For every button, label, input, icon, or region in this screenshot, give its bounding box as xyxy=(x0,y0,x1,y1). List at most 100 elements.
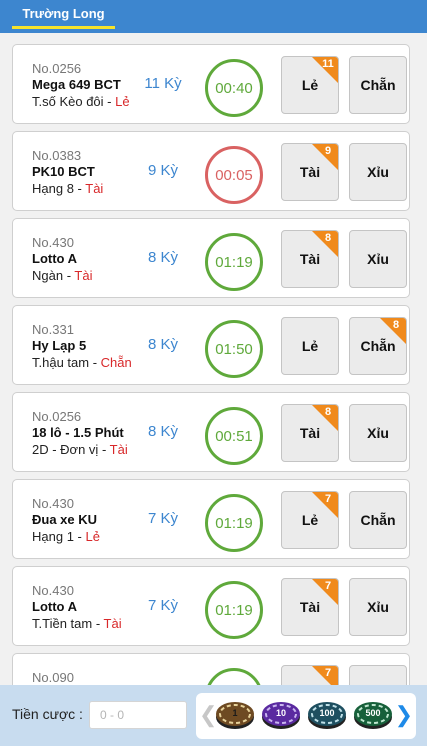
bet-option-2-button[interactable]: Chẵn xyxy=(349,491,407,549)
game-number: No.0256 xyxy=(32,61,82,76)
game-number: No.0383 xyxy=(32,148,82,163)
bet-type-label: T.Tiền tam xyxy=(32,616,93,631)
game-name: Mega 649 BCT xyxy=(32,77,121,92)
bet-option-label: Xỉu xyxy=(367,425,389,441)
countdown-timer: 00:51 xyxy=(205,407,263,465)
game-number: No.331 xyxy=(32,322,74,337)
streak-result: Tài xyxy=(85,181,104,196)
game-bet-type: Hạng 8 - Tài xyxy=(32,180,142,197)
chevron-right-icon[interactable]: ❯ xyxy=(395,702,413,728)
streak-result: Tài xyxy=(103,616,122,631)
chip-1[interactable]: 1 xyxy=(215,699,255,731)
game-info: No.0383 PK10 BCT Hạng 8 - Tài xyxy=(32,148,142,197)
bet-option-2-button[interactable]: Chẵn 8 xyxy=(349,317,407,375)
game-name: Hy Lạp 5 xyxy=(32,338,87,353)
bet-amount-label: Tiền cược : xyxy=(12,706,83,722)
bet-type-separator: - xyxy=(92,616,104,631)
streak-count: 8 Kỳ xyxy=(147,336,178,353)
game-number: No.430 xyxy=(32,583,74,598)
bet-option-1-button[interactable]: Tài 9 xyxy=(281,143,339,201)
streak-count: 7 Kỳ xyxy=(147,597,178,614)
chip-value: 1 xyxy=(232,708,238,718)
game-bet-type: T.Tiền tam - Tài xyxy=(32,615,142,632)
game-name: PK10 BCT xyxy=(32,164,95,179)
bet-option-1-button[interactable]: Tài 8 xyxy=(281,230,339,288)
game-bet-type: Hạng 1 - Lẻ xyxy=(32,528,142,545)
streak-badge-count: 9 xyxy=(324,145,332,157)
bet-option-2-button[interactable] xyxy=(349,665,407,685)
bet-option-1-button[interactable]: Lẻ 11 xyxy=(281,56,339,114)
game-bet-type: T.số Kèo đôi - Lẻ xyxy=(32,93,142,110)
chip-100[interactable]: 100 xyxy=(307,699,347,731)
game-bet-type: 2D - Đơn vị - Tài xyxy=(32,441,142,458)
countdown-timer xyxy=(205,668,263,685)
bet-type-label: Hạng 8 xyxy=(32,181,74,196)
streak-count: 9 Kỳ xyxy=(147,162,178,179)
bet-option-1-button[interactable]: Lẻ 7 xyxy=(281,491,339,549)
game-info: No.430 Đua xe KU Hạng 1 - Lẻ xyxy=(32,496,142,545)
chip-value: 10 xyxy=(275,708,286,718)
chip-value: 500 xyxy=(365,708,381,718)
bet-option-label: Lẻ xyxy=(301,338,319,354)
chip-value: 100 xyxy=(319,708,335,718)
bet-option-1-button[interactable]: Lẻ xyxy=(281,317,339,375)
chip-10[interactable]: 10 xyxy=(261,699,301,731)
streak-badge-count: 7 xyxy=(324,580,332,592)
bet-option-1-button[interactable]: Tài 8 xyxy=(281,404,339,462)
streak-badge-count: 8 xyxy=(324,232,332,244)
game-row: No.430 Đua xe KU Hạng 1 - Lẻ 7 Kỳ 01:19 Lẻ 7 Ch… xyxy=(12,479,410,559)
game-row: No.090 7 xyxy=(12,653,410,685)
bet-type-separator: - xyxy=(63,268,75,283)
bet-type-label: T.hậu tam xyxy=(32,355,90,370)
bet-type-label: Ngàn xyxy=(32,268,64,283)
chip-500[interactable]: 500 xyxy=(353,699,393,731)
game-name: Đua xe KU xyxy=(32,512,98,527)
streak-count: 8 Kỳ xyxy=(147,249,178,266)
bet-type-label: 2D - Đơn vị xyxy=(32,442,99,457)
countdown-timer: 01:19 xyxy=(205,581,263,639)
game-info: No.090 xyxy=(32,670,142,685)
game-list[interactable]: No.0256 Mega 649 BCT T.số Kèo đôi - Lẻ 11 K… xyxy=(0,33,421,685)
bet-option-2-button[interactable]: Chẵn xyxy=(349,56,407,114)
streak-badge-count: 11 xyxy=(322,58,334,70)
game-bet-type: T.hậu tam - Chẵn xyxy=(32,354,142,371)
game-info: No.331 Hy Lạp 5 T.hậu tam - Chẵn xyxy=(32,322,142,371)
bet-amount-input[interactable] xyxy=(89,701,187,729)
game-number: No.430 xyxy=(32,496,74,511)
bet-option-1-button[interactable]: Tài 7 xyxy=(281,578,339,636)
streak-count: 7 Kỳ xyxy=(147,510,178,527)
bet-option-label: Xỉu xyxy=(367,164,389,180)
bet-option-2-button[interactable]: Xỉu xyxy=(349,230,407,288)
game-info: No.430 Lotto A T.Tiền tam - Tài xyxy=(32,583,142,632)
game-row: No.0383 PK10 BCT Hạng 8 - Tài 9 Kỳ 00:05 Tài 9… xyxy=(12,131,410,211)
game-row: No.430 Lotto A Ngàn - Tài 8 Kỳ 01:19 Tài 8 Xỉu xyxy=(12,218,410,298)
bet-type-separator: - xyxy=(73,181,86,196)
streak-badge-count: 7 xyxy=(324,493,332,505)
game-bet-type: Ngàn - Tài xyxy=(32,267,142,284)
game-name: Lotto A xyxy=(32,251,77,266)
bet-footer: Tiền cược : ❮ ❯ 110100500 xyxy=(0,685,427,746)
countdown-timer: 01:50 xyxy=(205,320,263,378)
bet-option-2-button[interactable]: Xỉu xyxy=(349,578,407,636)
streak-badge-count: 8 xyxy=(324,406,332,418)
bet-option-label: Chẵn xyxy=(360,77,396,93)
game-row: No.0256 18 lô - 1.5 Phút 2D - Đơn vị - Tài… xyxy=(12,392,410,472)
game-info: No.0256 Mega 649 BCT T.số Kèo đôi - Lẻ xyxy=(32,61,142,110)
scrollbar[interactable] xyxy=(421,33,427,685)
streak-count: 11 Kỳ xyxy=(144,75,182,92)
bet-type-label: T.số Kèo đôi xyxy=(32,94,104,109)
bet-option-2-button[interactable]: Xỉu xyxy=(349,404,407,462)
countdown-timer: 01:19 xyxy=(205,494,263,552)
bet-type-separator: - xyxy=(89,355,101,370)
active-tab-indicator xyxy=(12,26,115,29)
streak-result: Tài xyxy=(74,268,93,283)
bet-option-label: Chẵn xyxy=(360,512,396,528)
game-number: No.430 xyxy=(32,235,74,250)
bet-type-separator: - xyxy=(73,529,86,544)
game-row: No.331 Hy Lạp 5 T.hậu tam - Chẵn 8 Kỳ 01:50 L… xyxy=(12,305,410,385)
streak-result: Lẻ xyxy=(85,529,100,544)
streak-badge-count: 8 xyxy=(392,319,400,331)
bet-option-2-button[interactable]: Xỉu xyxy=(349,143,407,201)
bet-option-1-button[interactable]: 7 xyxy=(281,665,339,685)
game-name: Lotto A xyxy=(32,599,77,614)
